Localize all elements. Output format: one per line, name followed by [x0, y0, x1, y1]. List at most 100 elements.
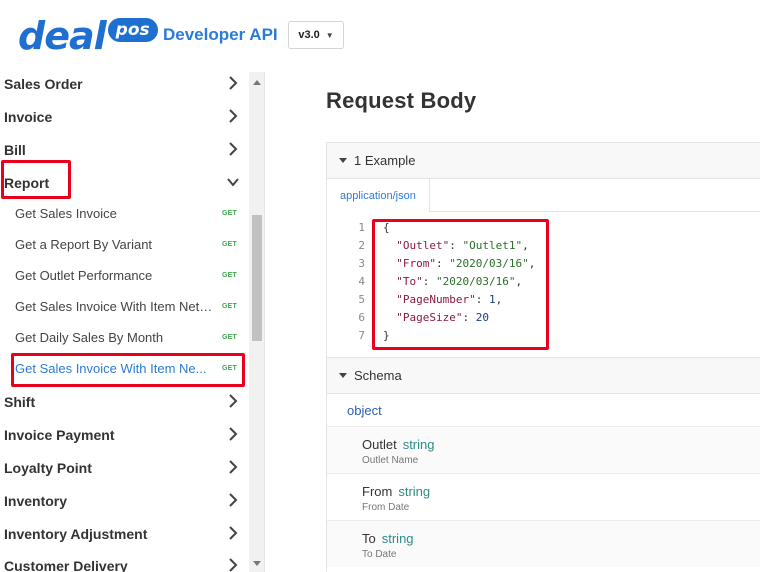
sidebar-item-label: Loyalty Point: [4, 459, 92, 476]
code-text: }: [383, 329, 390, 342]
sidebar-item-invoice[interactable]: Invoice: [0, 100, 248, 133]
property-description: To Date: [362, 549, 397, 560]
code-line: 7 }: [327, 329, 760, 347]
caret-down-icon: [339, 158, 347, 163]
line-number: 3: [358, 257, 365, 270]
sidebar-subitem-label: Get Outlet Performance: [15, 268, 153, 283]
sidebar-item-label: Sales Order: [4, 75, 83, 92]
json-trail: ,: [495, 293, 503, 306]
sidebar-item-customer-delivery[interactable]: Customer Delivery: [0, 549, 248, 572]
sidebar-item-label: Customer Delivery: [4, 557, 128, 572]
sidebar-item-label: Inventory: [4, 492, 68, 509]
header-title: Developer API: [163, 25, 278, 44]
property-type: string: [381, 531, 414, 546]
schema-header[interactable]: Schema: [327, 358, 760, 394]
chevron-right-icon: [229, 394, 238, 408]
caret-down-icon: [339, 373, 347, 378]
sidebar-subitem-daily-sales-by-month[interactable]: Get Daily Sales By Month GET: [0, 322, 248, 353]
sidebar-item-bill[interactable]: Bill: [0, 133, 248, 166]
examples-header-label: 1 Example: [354, 153, 416, 168]
sidebar-item-sales-order[interactable]: Sales Order: [0, 72, 248, 100]
property-name-text: Outlet: [362, 437, 397, 452]
method-badge: GET: [222, 241, 237, 248]
sidebar-subitem-label: Get a Report By Variant: [15, 237, 153, 252]
request-body-panel: 1 Example application/json 1 { 2 "Outlet…: [326, 142, 760, 572]
line-number: 7: [358, 329, 365, 342]
code-text: "PageNumber": 1,: [396, 293, 503, 306]
sidebar-item-label: Inventory Adjustment: [4, 525, 148, 542]
json-value: "2020/03/16": [449, 257, 529, 270]
property-description: From Date: [362, 502, 410, 513]
logo-badge: pos: [107, 18, 158, 42]
sidebar-item-label: Invoice: [4, 108, 53, 125]
sidebar-subitem-label: Get Sales Invoice With Item Ne...: [15, 361, 207, 376]
code-line: 1 {: [327, 221, 760, 239]
method-badge: GET: [222, 365, 237, 372]
top-header: deal pos Developer API v3.0 ▼: [0, 0, 760, 72]
scroll-up-icon[interactable]: [253, 80, 261, 85]
tab-application-json[interactable]: application/json: [327, 179, 430, 212]
schema-type-label[interactable]: object: [347, 403, 382, 418]
json-value: 20: [475, 311, 489, 324]
sidebar-subitem-get-sales-invoice[interactable]: Get Sales Invoice GET: [0, 198, 248, 229]
sidebar-subitem-report-by-variant[interactable]: Get a Report By Variant GET: [0, 229, 248, 260]
code-line: 4 "To": "2020/03/16",: [327, 275, 760, 293]
method-badge: GET: [222, 272, 237, 279]
code-line: 2 "Outlet": "Outlet1",: [327, 239, 760, 257]
json-trail: ,: [515, 275, 523, 288]
dealpos-logo[interactable]: deal pos: [18, 12, 158, 60]
chevron-down-icon: ▼: [325, 30, 334, 40]
json-key: "PageNumber": [396, 293, 476, 306]
json-key: "PageSize": [396, 311, 463, 324]
sidebar-subitem-invoice-item-net-2[interactable]: Get Sales Invoice With Item Ne... GET: [0, 353, 248, 384]
sidebar-subitem-label: Get Sales Invoice With Item Net ...: [15, 299, 213, 314]
sidebar-item-invoice-payment[interactable]: Invoice Payment: [0, 418, 248, 451]
logo-word: deal: [18, 14, 107, 58]
scrollbar-thumb[interactable]: [252, 215, 262, 341]
sidebar-subitem-invoice-item-net-1[interactable]: Get Sales Invoice With Item Net ... GET: [0, 291, 248, 322]
schema-property-row: From string From Date: [327, 473, 760, 520]
code-line: 5 "PageNumber": 1,: [327, 293, 760, 311]
code-text: {: [383, 221, 390, 234]
line-number: 5: [358, 293, 365, 306]
version-select[interactable]: v3.0 ▼: [288, 21, 344, 49]
code-text: "From": "2020/03/16",: [396, 257, 536, 270]
code-text: "Outlet": "Outlet1",: [396, 239, 529, 252]
chevron-right-icon: [229, 558, 238, 572]
schema-property-row: To string To Date: [327, 520, 760, 567]
line-number: 1: [358, 221, 365, 234]
sidebar-subitem-outlet-performance[interactable]: Get Outlet Performance GET: [0, 260, 248, 291]
chevron-right-icon: [229, 526, 238, 540]
code-example[interactable]: 1 { 2 "Outlet": "Outlet1", 3 "From": "20…: [327, 212, 760, 358]
content-type-tabs: application/json: [327, 179, 760, 212]
chevron-right-icon: [229, 427, 238, 441]
sidebar-item-label: Shift: [4, 393, 36, 410]
sidebar-scrollbar[interactable]: [249, 72, 264, 572]
page-title: Request Body: [326, 88, 477, 113]
chevron-right-icon: [229, 460, 238, 474]
scroll-down-icon[interactable]: [253, 561, 261, 566]
property-name-text: To: [362, 531, 376, 546]
line-number: 4: [358, 275, 365, 288]
sidebar-item-inventory[interactable]: Inventory: [0, 484, 248, 517]
json-key: "To": [396, 275, 423, 288]
property-type: string: [398, 484, 431, 499]
sidebar-item-inventory-adjustment[interactable]: Inventory Adjustment: [0, 517, 248, 550]
json-key: "Outlet": [396, 239, 450, 252]
json-value: "2020/03/16": [436, 275, 516, 288]
property-name: To string: [362, 531, 414, 546]
examples-header[interactable]: 1 Example: [327, 143, 760, 179]
json-trail: ,: [528, 257, 536, 270]
sidebar-subitem-label: Get Sales Invoice: [15, 206, 117, 221]
method-badge: GET: [222, 210, 237, 217]
property-description: Outlet Name: [362, 455, 419, 466]
property-type: string: [402, 437, 435, 452]
code-line: 6 "PageSize": 20: [327, 311, 760, 329]
chevron-right-icon: [229, 109, 238, 123]
sidebar-item-shift[interactable]: Shift: [0, 385, 248, 418]
chevron-right-icon: [229, 76, 238, 90]
sidebar-item-loyalty-point[interactable]: Loyalty Point: [0, 451, 248, 484]
json-value: 1: [488, 293, 496, 306]
schema-property-row: Outlet string Outlet Name: [327, 426, 760, 473]
sidebar-item-report[interactable]: Report: [0, 166, 248, 199]
